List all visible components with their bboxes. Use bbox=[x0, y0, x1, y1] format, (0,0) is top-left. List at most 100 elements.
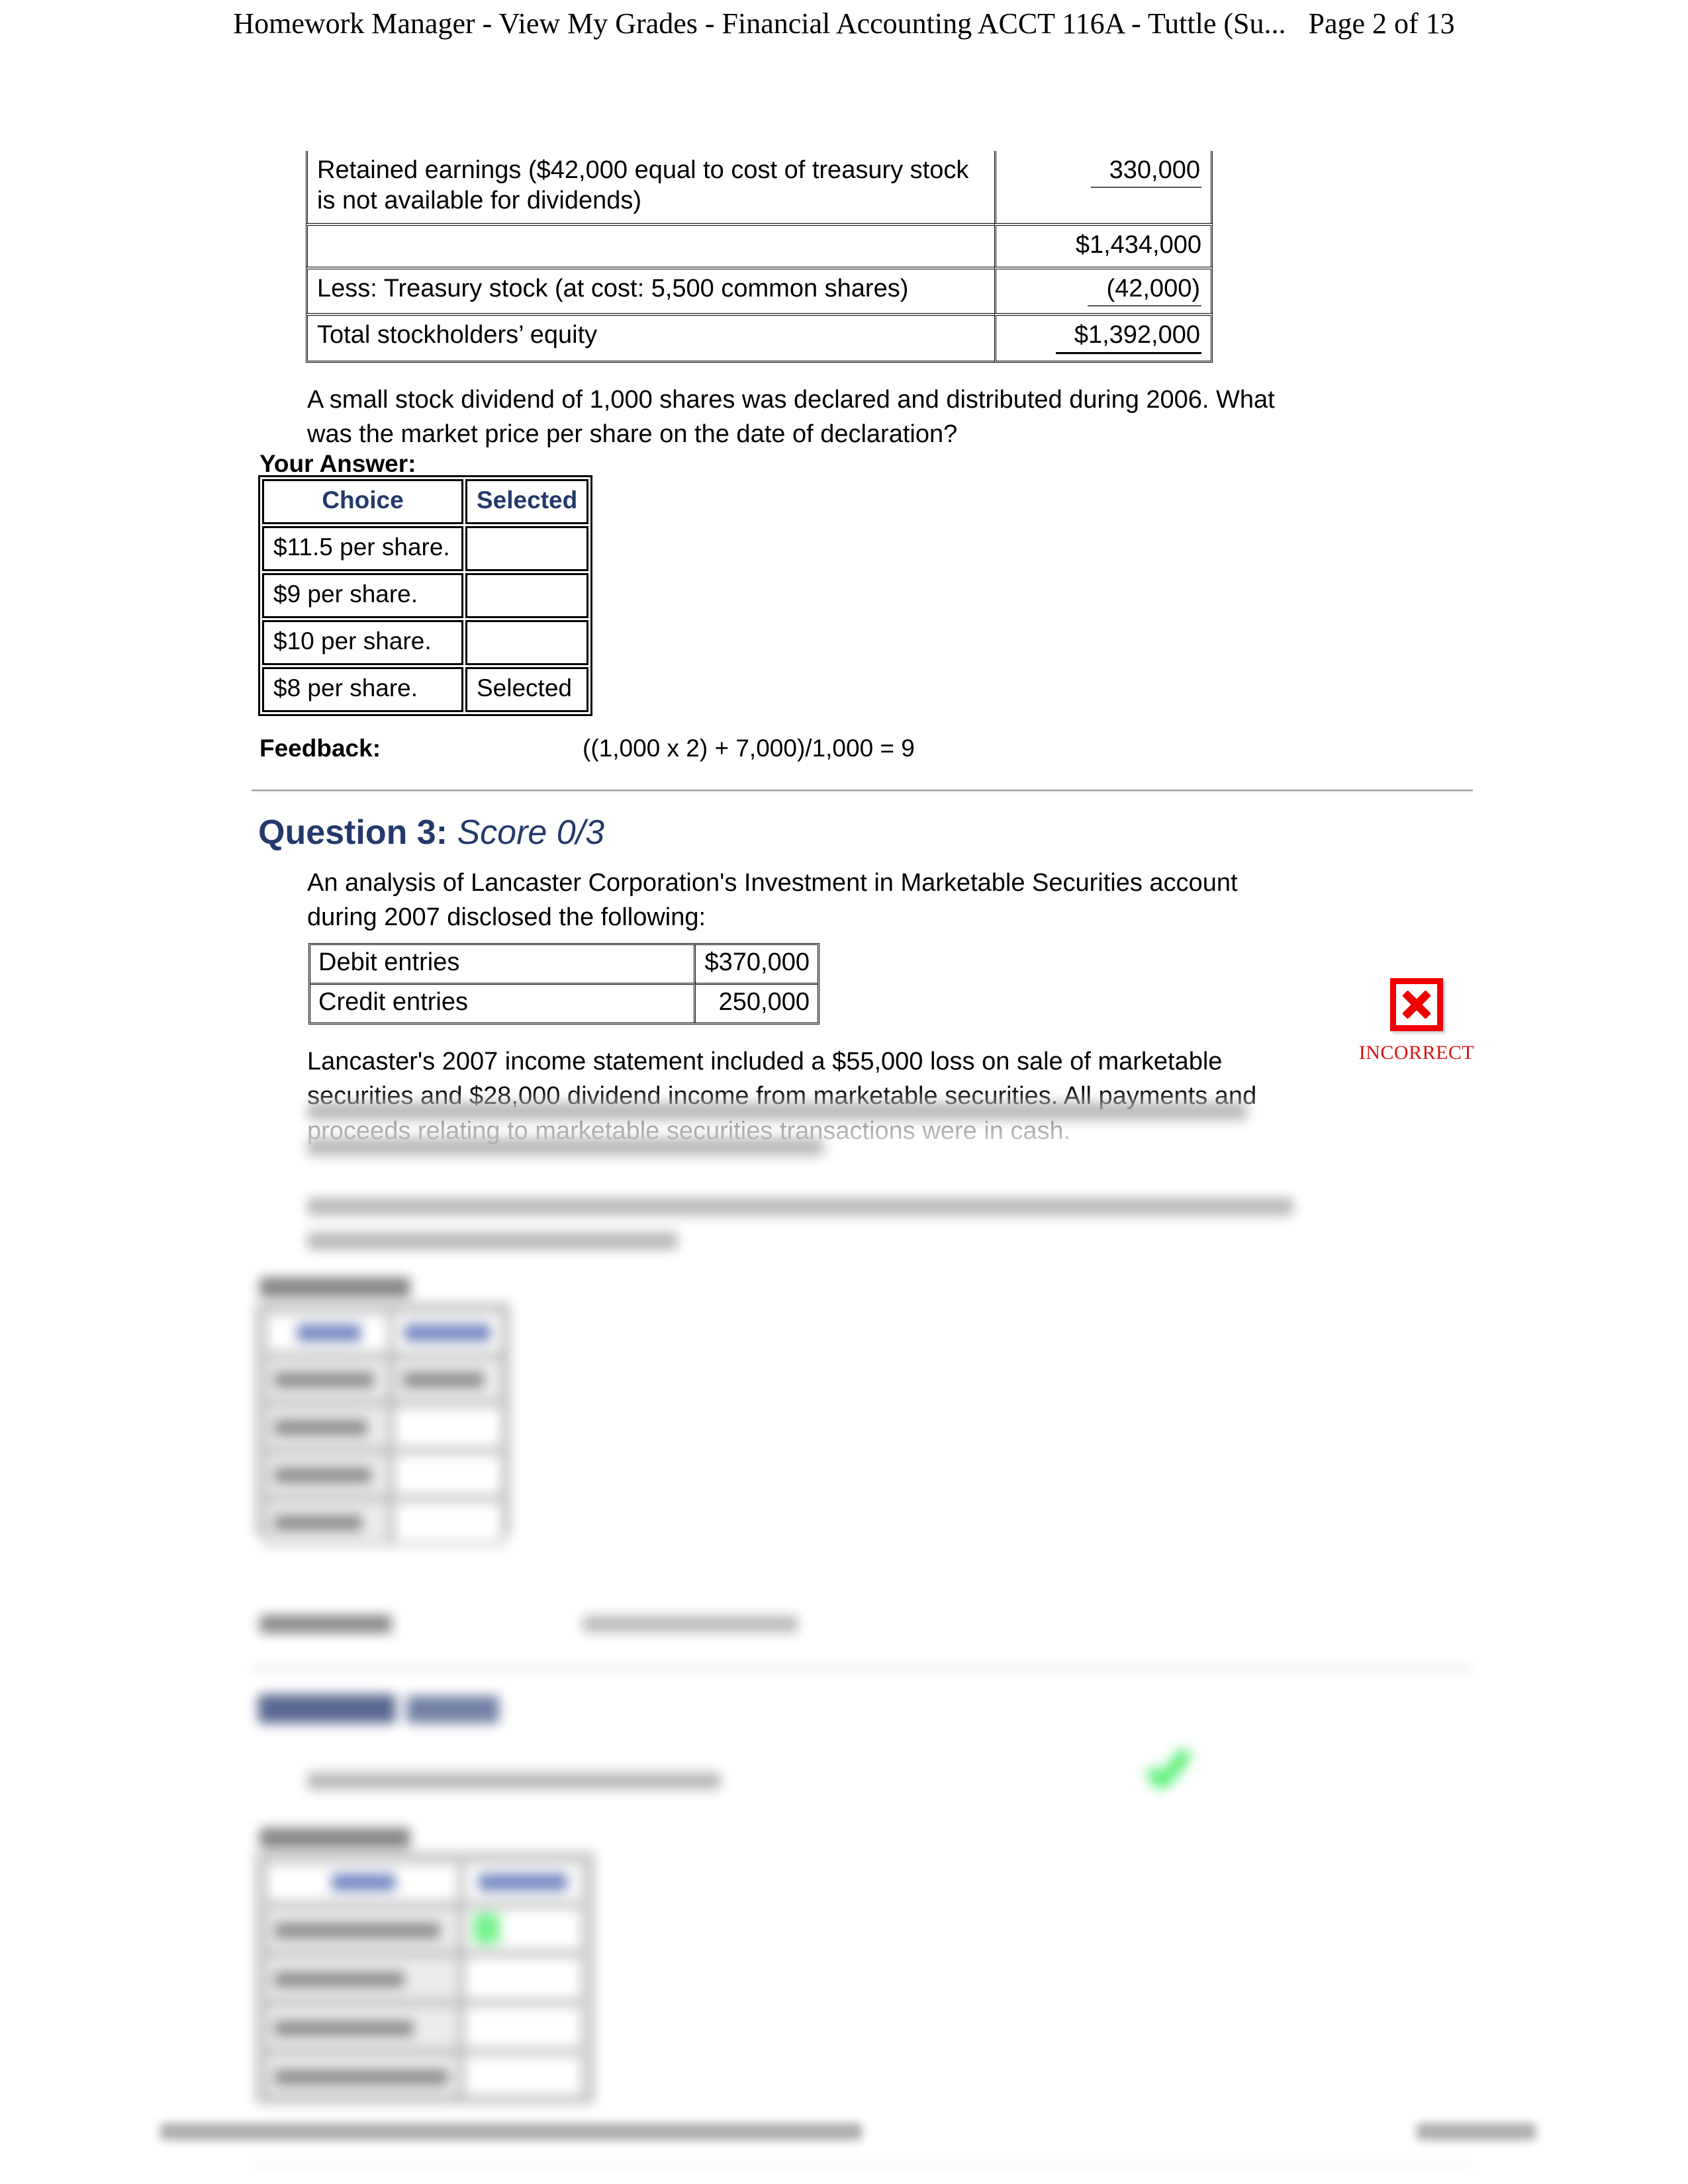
choice-label-text bbox=[275, 1923, 440, 1938]
choice-label[interactable] bbox=[265, 1452, 391, 1497]
entry-value: 250,000 bbox=[696, 983, 818, 1023]
column-header-choice: Choice bbox=[262, 479, 463, 524]
choice-selected-cell bbox=[392, 1404, 504, 1449]
question3-your-answer-label-blurred bbox=[259, 1277, 410, 1297]
question4-your-answer-label-blurred bbox=[259, 1828, 410, 1848]
question2-your-answer-label: Your Answer: bbox=[259, 450, 416, 477]
question2-choice-table[interactable]: Choice Selected $11.5 per share. $9 per … bbox=[258, 475, 593, 716]
choice-label[interactable] bbox=[265, 2053, 461, 2099]
table-row[interactable]: $11.5 per share. bbox=[262, 526, 589, 571]
choice-label[interactable]: $10 per share. bbox=[262, 620, 463, 665]
equity-row-value: $1,392,000 bbox=[994, 313, 1213, 363]
choice-selected-cell bbox=[392, 1357, 504, 1402]
column-header-choice-text bbox=[297, 1324, 361, 1342]
choice-label[interactable] bbox=[265, 1500, 391, 1545]
table-row[interactable]: $8 per share. Selected bbox=[262, 667, 589, 712]
choice-selected-cell bbox=[462, 2004, 584, 2050]
question3-intro: An analysis of Lancaster Corporation's I… bbox=[307, 869, 1238, 932]
column-header-selected-text bbox=[404, 1324, 491, 1342]
choice-label[interactable] bbox=[265, 1906, 461, 1952]
question2-feedback-text: ((1,000 x 2) + 7,000)/1,000 = 9 bbox=[583, 735, 915, 762]
page-indicator: Page 2 of 13 bbox=[1308, 7, 1455, 40]
page-root: Homework Manager - View My Grades - Fina… bbox=[0, 0, 1688, 2184]
question4-number-blurred bbox=[258, 1694, 396, 1723]
choice-label-text bbox=[275, 1420, 367, 1435]
choice-selected-cell bbox=[392, 1500, 504, 1545]
blurred-page-region bbox=[0, 1085, 1688, 2184]
choice-selected-text bbox=[403, 1372, 484, 1388]
equity-row-label: Less: Treasury stock (at cost: 5,500 com… bbox=[306, 267, 995, 314]
choice-label[interactable]: $9 per share. bbox=[262, 573, 463, 618]
question3-heading: Question 3: Score 0/3 bbox=[258, 813, 604, 852]
choice-selected-cell bbox=[465, 573, 589, 618]
stockholders-equity-table: Retained earnings ($42,000 equal to cost… bbox=[306, 151, 1213, 363]
question3-number: Question 3: bbox=[258, 813, 448, 852]
equity-row-label: Retained earnings ($42,000 equal to cost… bbox=[306, 151, 994, 223]
question3-feedback-label-blurred bbox=[259, 1615, 392, 1633]
table-header-row: Choice Selected bbox=[262, 479, 589, 524]
choice-label-text bbox=[275, 1972, 404, 1987]
choice-label-text bbox=[275, 1467, 371, 1483]
choice-label-text bbox=[275, 2070, 448, 2085]
table-row: $1,434,000 bbox=[306, 222, 1213, 267]
equity-row-label: Total stockholders’ equity bbox=[306, 313, 995, 363]
red-x-icon bbox=[1390, 978, 1443, 1031]
question4-choice-table[interactable] bbox=[257, 1853, 593, 2102]
blurred-text-line bbox=[307, 1103, 1247, 1120]
table-row: Debit entries $370,000 bbox=[310, 945, 818, 983]
choice-label[interactable]: $8 per share. bbox=[262, 667, 463, 712]
choice-selected-cell bbox=[462, 1906, 584, 1952]
choice-selected-cell: Selected bbox=[465, 667, 589, 712]
document-title: Homework Manager - View My Grades - Fina… bbox=[233, 7, 1286, 40]
question3-score: Score 0/3 bbox=[457, 813, 605, 852]
choice-label[interactable] bbox=[265, 1357, 391, 1402]
table-row: Credit entries 250,000 bbox=[310, 983, 818, 1023]
choice-selected-cell bbox=[465, 526, 589, 571]
section-divider bbox=[252, 1668, 1473, 1671]
equity-row-value: (42,000) bbox=[994, 267, 1213, 314]
choice-label-text bbox=[275, 2021, 414, 2036]
column-header-choice bbox=[265, 1861, 461, 1903]
footer-date-blurred bbox=[1417, 2123, 1536, 2140]
column-header-choice bbox=[265, 1312, 391, 1354]
choice-selected-cell bbox=[392, 1452, 504, 1497]
entry-label: Credit entries bbox=[310, 983, 696, 1023]
choice-label[interactable] bbox=[265, 2004, 461, 2050]
table-row: Less: Treasury stock (at cost: 5,500 com… bbox=[306, 267, 1213, 314]
choice-label[interactable] bbox=[265, 1955, 461, 2001]
column-header-selected: Selected bbox=[465, 479, 589, 524]
choice-selected-cell bbox=[462, 2053, 584, 2099]
footer-url-blurred bbox=[160, 2123, 862, 2140]
table-row: Total stockholders’ equity $1,392,000 bbox=[306, 313, 1213, 363]
question3-choice-table[interactable] bbox=[257, 1304, 508, 1545]
question3-status-badge: INCORRECT bbox=[1337, 978, 1496, 1064]
question2-feedback-label: Feedback: bbox=[259, 735, 381, 762]
table-row: Retained earnings ($42,000 equal to cost… bbox=[306, 151, 1213, 223]
entry-value: $370,000 bbox=[704, 948, 810, 976]
equity-row-label bbox=[306, 222, 995, 267]
status-badge-label: INCORRECT bbox=[1358, 1042, 1475, 1064]
entry-label: Debit entries bbox=[310, 945, 696, 983]
choice-label-text bbox=[275, 1515, 362, 1531]
equity-row-value: 330,000 bbox=[994, 151, 1213, 223]
marketable-securities-entries-table: Debit entries $370,000 Credit entries 25… bbox=[308, 943, 820, 1024]
print-footer bbox=[0, 2105, 1688, 2184]
question4-score-blurred bbox=[406, 1696, 499, 1723]
column-header-choice-text bbox=[332, 1874, 395, 1891]
table-row[interactable]: $9 per share. bbox=[262, 573, 589, 618]
column-header-selected bbox=[392, 1312, 504, 1354]
choice-label[interactable]: $11.5 per share. bbox=[262, 526, 463, 571]
choice-selected-cell bbox=[465, 620, 589, 665]
column-header-selected-text bbox=[479, 1874, 567, 1891]
equity-row-value: $1,434,000 bbox=[994, 222, 1213, 267]
browser-print-header: Homework Manager - View My Grades - Fina… bbox=[0, 7, 1688, 40]
choice-label[interactable] bbox=[265, 1404, 391, 1449]
table-row[interactable]: $10 per share. bbox=[262, 620, 589, 665]
question3-feedback-text-blurred bbox=[583, 1616, 798, 1632]
section-divider bbox=[252, 790, 1473, 792]
choice-selected-cell bbox=[462, 1955, 584, 2001]
blurred-text-line bbox=[307, 1232, 678, 1250]
blurred-text-line bbox=[307, 1198, 1293, 1215]
green-check-icon bbox=[473, 1913, 500, 1944]
question4-prompt-blurred bbox=[307, 1772, 720, 1790]
